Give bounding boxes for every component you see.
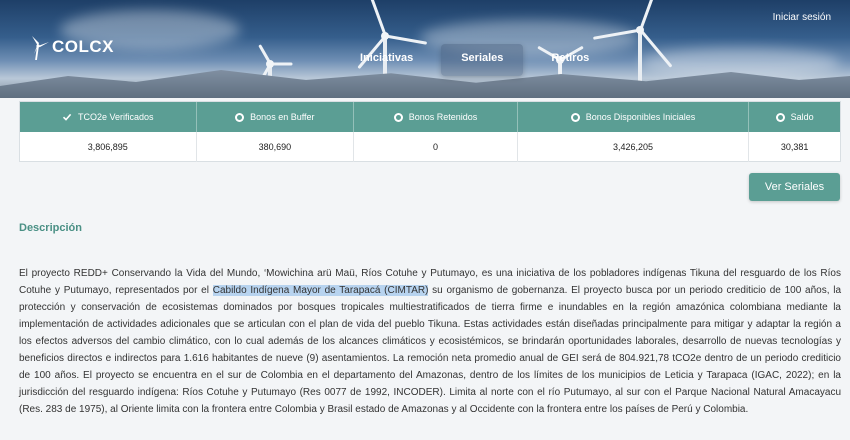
windmill-logo-icon xyxy=(32,36,49,60)
globe-icon xyxy=(775,112,785,122)
value-bonos-disponibles: 3,426,205 xyxy=(518,132,750,162)
nav-seriales[interactable]: Seriales xyxy=(441,44,524,76)
brand-logo[interactable]: COLCX xyxy=(30,34,114,60)
header-bonos-disponibles: Bonos Disponibles Iniciales xyxy=(518,102,750,132)
globe-icon xyxy=(393,112,403,122)
hero-banner: COLCX Iniciar sesión Iniciativas Seriale… xyxy=(0,0,850,98)
header-bonos-buffer: Bonos en Buffer xyxy=(197,102,355,132)
ver-seriales-button[interactable]: Ver Seriales xyxy=(749,173,840,201)
brand-name: COLCX xyxy=(52,37,114,56)
value-bonos-buffer: 380,690 xyxy=(197,132,355,162)
header-saldo: Saldo xyxy=(749,102,840,132)
nav-retiros[interactable]: Retiros xyxy=(531,44,609,76)
value-bonos-retenidos: 0 xyxy=(354,132,518,162)
header-bonos-retenidos: Bonos Retenidos xyxy=(354,102,518,132)
description-title: Descripción xyxy=(19,222,82,234)
value-tco2e-verificados: 3,806,895 xyxy=(20,132,197,162)
value-saldo: 30,381 xyxy=(780,142,809,152)
stats-data-row: 3,806,895 380,690 0 3,426,205 30,381 xyxy=(20,132,840,162)
check-icon xyxy=(62,113,72,121)
stats-table: TCO2e Verificados Bonos en Buffer Bonos … xyxy=(19,101,841,162)
login-link[interactable]: Iniciar sesión xyxy=(773,12,831,23)
highlighted-selection: Cabildo Indígena Mayor de Tarapacá (CIMT… xyxy=(212,285,429,296)
stats-header-row: TCO2e Verificados Bonos en Buffer Bonos … xyxy=(20,102,840,132)
description-text-end: su organismo de gobernanza. El proyecto … xyxy=(19,285,842,415)
main-nav: Iniciativas Seriales Retiros xyxy=(340,44,609,76)
nav-iniciativas[interactable]: Iniciativas xyxy=(340,44,433,76)
header-tco2e-verificados: TCO2e Verificados xyxy=(20,102,197,132)
description-text: El proyecto REDD+ Conservando la Vida de… xyxy=(19,265,841,418)
globe-icon xyxy=(235,112,245,122)
globe-icon xyxy=(570,112,580,122)
